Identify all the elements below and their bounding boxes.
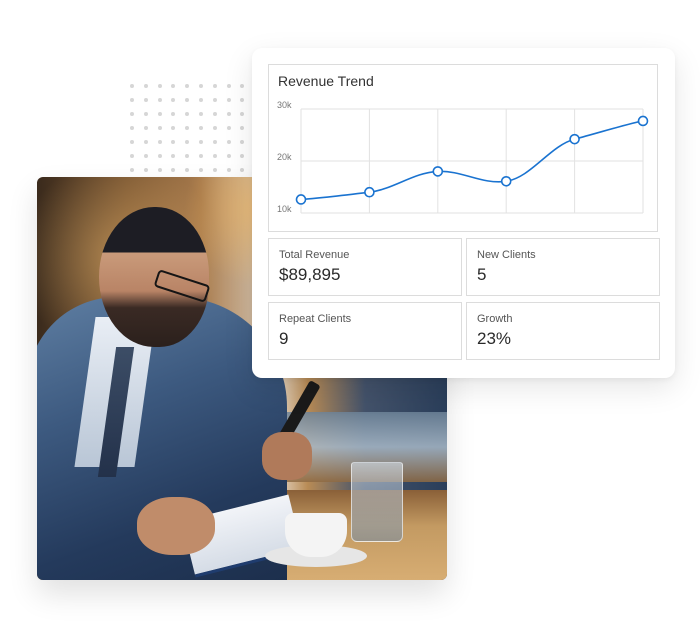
decorative-dot [212, 112, 217, 116]
decorative-dot [212, 98, 217, 102]
decorative-dot [212, 168, 217, 172]
data-point [295, 194, 307, 205]
photo-coffee-cup [285, 513, 347, 557]
stat-label: Growth [477, 313, 513, 325]
decorative-dot [185, 126, 190, 130]
stat-value: 23% [477, 329, 512, 348]
photo-writing-hand [137, 497, 215, 555]
revenue-line-chart: 10k 20k 30k [277, 100, 649, 214]
revenue-chart-panel: Revenue Trend 10k 20k 30k [268, 64, 658, 232]
data-point [364, 186, 375, 198]
decorative-dot [212, 84, 217, 88]
decorative-dot [143, 98, 148, 102]
decorative-dot [226, 168, 231, 172]
stat-value: 5 [477, 265, 487, 284]
data-point [500, 175, 512, 187]
y-tick-label: 20k [277, 152, 292, 162]
decorative-dot [171, 98, 176, 102]
decorative-dot [171, 140, 176, 144]
decorative-dot [130, 126, 134, 130]
decorative-dot [130, 154, 134, 158]
decorative-dot [199, 168, 203, 172]
photo-hand [262, 432, 312, 480]
decorative-dot [130, 84, 134, 88]
decorative-dot [199, 98, 203, 102]
decorative-dot [130, 112, 134, 116]
decorative-dot [240, 154, 245, 158]
revenue-series-line [300, 120, 644, 201]
decorative-dot [157, 154, 162, 158]
stat-card-new-clients: New Clients 5 [466, 238, 660, 296]
decorative-dot [240, 112, 245, 116]
decorative-dot [157, 98, 162, 102]
decorative-dot [212, 140, 217, 144]
dashboard-card: Revenue Trend 10k 20k 30k Total Revenue $8… [252, 48, 675, 378]
decorative-dot [199, 154, 203, 158]
stat-label: New Clients [477, 249, 536, 261]
data-point [569, 133, 580, 145]
y-tick-label: 30k [277, 100, 292, 110]
decorative-dot [240, 84, 245, 88]
decorative-dot [199, 84, 203, 88]
decorative-dot [143, 112, 148, 116]
decorative-dot [143, 154, 148, 158]
decorative-dot [171, 168, 176, 172]
data-point [432, 166, 444, 177]
decorative-dot [240, 168, 245, 172]
photo-water-glass [351, 462, 403, 542]
stat-value: 9 [279, 329, 289, 348]
decorative-dot [212, 154, 217, 158]
decorative-dot [226, 84, 231, 88]
decorative-dot-grid [126, 80, 252, 178]
decorative-dot [171, 126, 176, 130]
decorative-dot [130, 168, 134, 172]
decorative-dot [185, 98, 190, 102]
decorative-dot [226, 140, 231, 144]
decorative-dot [143, 126, 148, 130]
decorative-dot [157, 140, 162, 144]
stat-card-total-revenue: Total Revenue $89,895 [268, 238, 462, 296]
decorative-dot [185, 140, 190, 144]
decorative-dot [226, 112, 231, 116]
y-tick-label: 10k [277, 204, 292, 214]
stat-label: Total Revenue [279, 249, 350, 261]
decorative-dot [199, 112, 203, 116]
decorative-dot [240, 98, 245, 102]
decorative-dot [199, 140, 203, 144]
decorative-dot [157, 112, 162, 116]
decorative-dot [171, 84, 176, 88]
decorative-dot [226, 98, 231, 102]
decorative-dot [185, 84, 190, 88]
decorative-dot [185, 112, 190, 116]
decorative-dot [226, 154, 231, 158]
stat-card-growth: Growth 23% [466, 302, 660, 360]
decorative-dot [240, 140, 245, 144]
decorative-dot [226, 126, 231, 130]
decorative-dot [157, 126, 162, 130]
decorative-dot [171, 154, 176, 158]
decorative-dot [185, 168, 190, 172]
decorative-dot [185, 154, 190, 158]
photo-head [99, 207, 209, 347]
decorative-dot [199, 126, 203, 130]
decorative-dot [157, 84, 162, 88]
decorative-dot [171, 112, 176, 116]
decorative-dot [143, 168, 148, 172]
decorative-dot [240, 126, 245, 130]
decorative-dot [143, 140, 148, 144]
decorative-dot [130, 98, 134, 102]
decorative-dot [212, 126, 217, 130]
decorative-dot [143, 84, 148, 88]
stat-value: $89,895 [279, 265, 341, 284]
decorative-dot [130, 140, 134, 144]
stat-label: Repeat Clients [279, 313, 352, 325]
decorative-dot [157, 168, 162, 172]
stat-card-repeat-clients: Repeat Clients 9 [268, 302, 462, 360]
data-point [637, 115, 649, 127]
